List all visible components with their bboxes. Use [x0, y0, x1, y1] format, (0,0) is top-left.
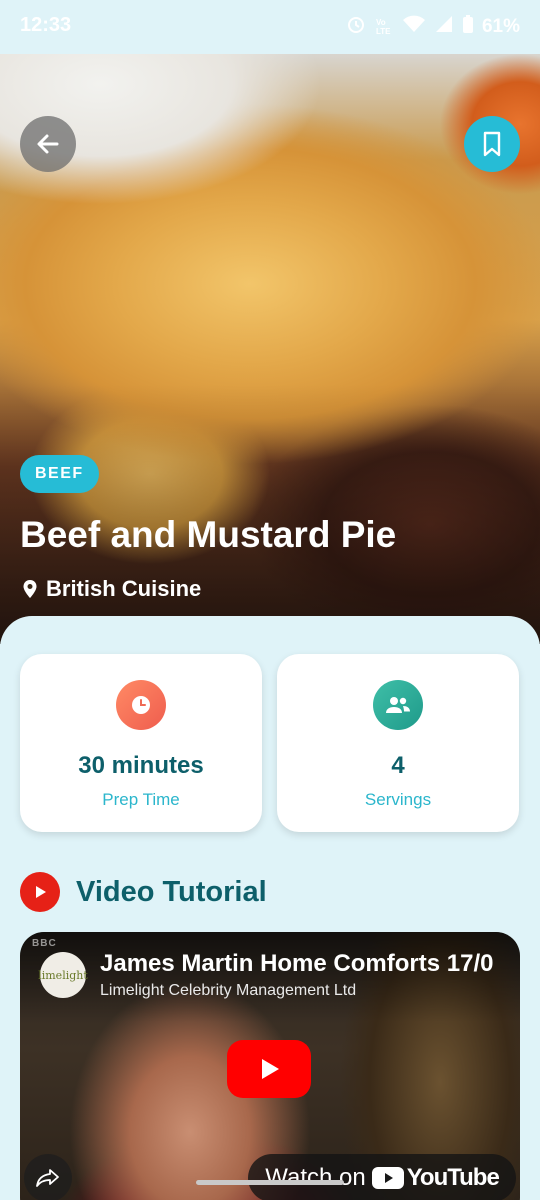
- bookmark-icon: [483, 131, 501, 157]
- battery-percent: 61%: [481, 16, 520, 37]
- youtube-logo: YouTube: [371, 1164, 500, 1192]
- youtube-play-icon: [20, 872, 60, 912]
- alarm-icon: [346, 14, 366, 40]
- channel-logo-text: limelight: [38, 968, 88, 982]
- status-time: 12:33: [20, 14, 72, 36]
- share-arrow-icon: [36, 1169, 59, 1187]
- svg-text:Vo: Vo: [376, 18, 386, 27]
- prep-time-card: 30 minutes Prep Time: [20, 654, 262, 832]
- servings-card: 4 Servings: [277, 654, 519, 832]
- watch-on-youtube-button[interactable]: Watch on YouTube: [248, 1154, 516, 1200]
- cuisine-row: British Cuisine: [22, 576, 201, 602]
- youtube-video-player[interactable]: BBC limelight James Martin Home Comforts…: [20, 932, 520, 1200]
- prep-time-value: 30 minutes: [78, 752, 204, 779]
- recipe-title: Beef and Mustard Pie: [20, 514, 397, 555]
- watch-on-label: Watch on: [265, 1164, 366, 1191]
- category-chip[interactable]: BEEF: [20, 455, 99, 493]
- servings-label: Servings: [364, 790, 432, 809]
- section-title: Video Tutorial: [76, 875, 267, 908]
- play-button[interactable]: [227, 1040, 311, 1098]
- svg-text:LTE: LTE: [376, 27, 391, 36]
- youtube-wordmark: YouTube: [406, 1164, 500, 1191]
- home-indicator[interactable]: [196, 1180, 344, 1185]
- volte-icon: Vo LTE: [374, 16, 394, 38]
- location-pin-icon: [23, 580, 37, 598]
- play-icon: [262, 1059, 279, 1079]
- bookmark-button[interactable]: [464, 116, 520, 172]
- youtube-logo-icon: [371, 1167, 404, 1189]
- bbc-watermark: BBC: [32, 938, 57, 949]
- back-button[interactable]: [20, 116, 76, 172]
- recipe-details-sheet: 30 minutes Prep Time 4 Servings Video Tu…: [0, 616, 540, 1200]
- video-title[interactable]: James Martin Home Comforts 17/0: [100, 950, 510, 978]
- arrow-left-icon: [37, 134, 59, 154]
- channel-avatar[interactable]: limelight: [38, 952, 88, 998]
- cuisine-label: British Cuisine: [46, 576, 202, 601]
- share-button[interactable]: [24, 1154, 72, 1200]
- battery-icon: [462, 14, 474, 40]
- status-icons: Vo LTE 61%: [346, 14, 520, 40]
- signal-icon: [434, 14, 454, 40]
- clock-icon: [116, 680, 166, 730]
- people-icon: [373, 680, 423, 730]
- status-bar: 12:33 Vo LTE 61%: [0, 0, 540, 54]
- video-tutorial-heading: Video Tutorial: [20, 872, 267, 912]
- wifi-icon: [402, 14, 426, 40]
- video-channel-name[interactable]: Limelight Celebrity Management Ltd: [100, 982, 356, 1000]
- servings-value: 4: [391, 752, 405, 779]
- prep-time-label: Prep Time: [102, 790, 180, 809]
